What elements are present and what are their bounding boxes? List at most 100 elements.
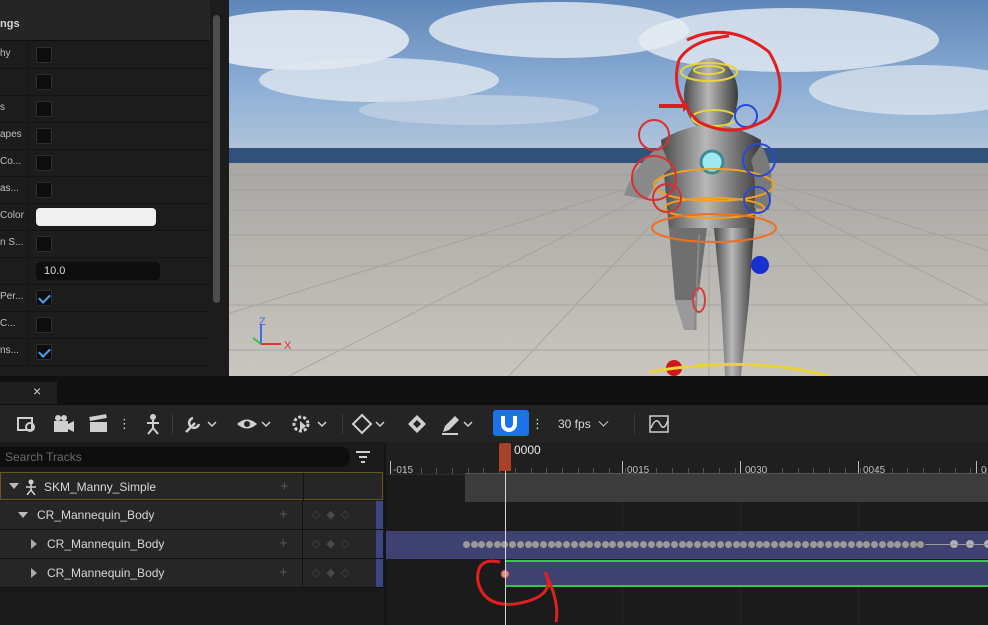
property-checkbox[interactable] <box>36 344 52 360</box>
keyframe-dot[interactable] <box>748 541 755 548</box>
skeletal-mesh-section[interactable] <box>465 473 988 502</box>
search-tracks-input[interactable]: Search Tracks <box>0 447 350 467</box>
keyframe-dot[interactable] <box>794 541 801 548</box>
filter-button[interactable] <box>356 450 370 469</box>
keyframe-dot[interactable] <box>625 541 632 548</box>
keyframe-dot[interactable] <box>555 541 562 548</box>
add-track-button[interactable]: + <box>279 535 288 552</box>
add-track-button[interactable]: + <box>280 478 289 495</box>
keyframe-dot[interactable] <box>632 541 639 548</box>
keyframe-dot[interactable] <box>733 541 740 548</box>
keyframe-dot[interactable] <box>786 541 793 548</box>
keyframe-dot[interactable] <box>525 541 532 548</box>
property-checkbox[interactable] <box>36 182 52 198</box>
track-row-skeletal-mesh[interactable]: SKM_Manny_Simple + <box>0 472 383 501</box>
property-checkbox[interactable] <box>36 47 52 63</box>
keyframe-dot[interactable] <box>463 541 470 548</box>
keyframe-dot[interactable] <box>694 541 701 548</box>
keyframe-dot[interactable] <box>825 541 832 548</box>
sequencer-tab[interactable] <box>0 382 57 404</box>
keyframe-dot[interactable] <box>656 541 663 548</box>
keyframe-dot[interactable] <box>478 541 485 548</box>
render-button[interactable] <box>16 412 38 436</box>
tools-dropdown[interactable] <box>182 412 218 436</box>
clapper-button[interactable] <box>88 412 110 436</box>
keyframe-dot[interactable] <box>833 541 840 548</box>
expand-arrow-icon[interactable] <box>9 483 19 489</box>
color-swatch[interactable] <box>36 208 156 226</box>
keyframe-dot[interactable] <box>894 541 901 548</box>
auto-key-button[interactable] <box>406 412 428 436</box>
edit-dropdown[interactable] <box>440 412 476 436</box>
property-checkbox[interactable] <box>36 290 52 306</box>
keyframe-dot[interactable] <box>679 541 686 548</box>
actor-button[interactable] <box>142 412 164 436</box>
add-track-button[interactable]: + <box>279 506 288 523</box>
details-scrollbar-thumb[interactable] <box>213 15 220 303</box>
snap-toggle-button[interactable] <box>493 410 529 436</box>
curve-editor-button[interactable] <box>648 412 670 436</box>
expand-arrow-icon[interactable] <box>18 512 28 518</box>
details-section-header[interactable]: ngs <box>0 0 210 41</box>
playhead-handle[interactable] <box>499 443 511 471</box>
keyframe-dot[interactable] <box>810 541 817 548</box>
level-viewport[interactable]: Z X <box>229 0 988 376</box>
keyframe-dot[interactable] <box>902 541 909 548</box>
key-navigation-icons[interactable]: ◇◆◇ <box>312 508 355 521</box>
keyframe-dot[interactable] <box>686 541 693 548</box>
camera-button[interactable] <box>52 412 76 436</box>
keyframe-dot[interactable] <box>517 541 524 548</box>
keyframe-dot[interactable] <box>879 541 886 548</box>
keyframe-dot[interactable] <box>817 541 824 548</box>
time-ruler[interactable] <box>386 442 988 475</box>
keyframe-dot[interactable] <box>571 541 578 548</box>
keyframe-dot[interactable] <box>802 541 809 548</box>
playback-dropdown[interactable] <box>290 412 328 436</box>
keyframe-dot[interactable] <box>709 541 716 548</box>
framerate-dropdown[interactable]: 30 fps <box>558 412 609 436</box>
property-checkbox[interactable] <box>36 236 52 252</box>
keyframe-dot[interactable] <box>471 541 478 548</box>
keyframe-dot[interactable] <box>756 541 763 548</box>
keyframe-dot[interactable] <box>494 541 501 548</box>
keyframe-dot[interactable] <box>509 541 516 548</box>
number-field[interactable]: 10.0 <box>36 262 160 280</box>
keyframe-dot[interactable] <box>648 541 655 548</box>
toolbar-overflow-button[interactable]: ⋮ <box>118 412 131 436</box>
track-row-control-rig[interactable]: CR_Mannequin_Body + ◇◆◇ <box>0 501 383 530</box>
keyframe-dot[interactable] <box>771 541 778 548</box>
keyframe-dot[interactable] <box>617 541 624 548</box>
keyframe-dot[interactable] <box>532 541 539 548</box>
keyframe-dot[interactable] <box>840 541 847 548</box>
keyframe-dot[interactable] <box>863 541 870 548</box>
add-track-button[interactable]: + <box>279 564 288 581</box>
keyframe-dot[interactable] <box>609 541 616 548</box>
keyframe-dot[interactable] <box>871 541 878 548</box>
property-checkbox[interactable] <box>36 101 52 117</box>
keyframe-dot[interactable] <box>887 541 894 548</box>
keyframe-dot[interactable] <box>917 541 924 548</box>
tab-close-button[interactable]: × <box>33 383 41 399</box>
keyframe-dot[interactable] <box>702 541 709 548</box>
keyframe-dot[interactable] <box>579 541 586 548</box>
keyframe-dot[interactable] <box>763 541 770 548</box>
control-rig-curve-section[interactable] <box>505 560 988 587</box>
keyframe-dot[interactable] <box>910 541 917 548</box>
collapse-arrow-icon[interactable] <box>31 539 37 549</box>
collapse-arrow-icon[interactable] <box>31 568 37 578</box>
keyframe-dot[interactable] <box>602 541 609 548</box>
track-row-control-rig-child[interactable]: CR_Mannequin_Body + ◇◆◇ <box>0 530 383 559</box>
keyframe-dot[interactable] <box>540 541 547 548</box>
keyframe-dot[interactable] <box>594 541 601 548</box>
keyframe-dot[interactable] <box>640 541 647 548</box>
keyframe-dot[interactable] <box>548 541 555 548</box>
snap-options-button[interactable]: ⋮ <box>531 412 544 436</box>
keyframe-dot[interactable] <box>671 541 678 548</box>
keyframe-dot[interactable] <box>725 541 732 548</box>
property-checkbox[interactable] <box>36 74 52 90</box>
key-dropdown[interactable] <box>352 412 388 436</box>
key-navigation-icons[interactable]: ◇◆◇ <box>312 537 355 550</box>
keyframe-dot[interactable] <box>848 541 855 548</box>
keyframe-dot[interactable] <box>740 541 747 548</box>
track-row-control-rig-child[interactable]: CR_Mannequin_Body + ◇◆◇ <box>0 559 383 588</box>
